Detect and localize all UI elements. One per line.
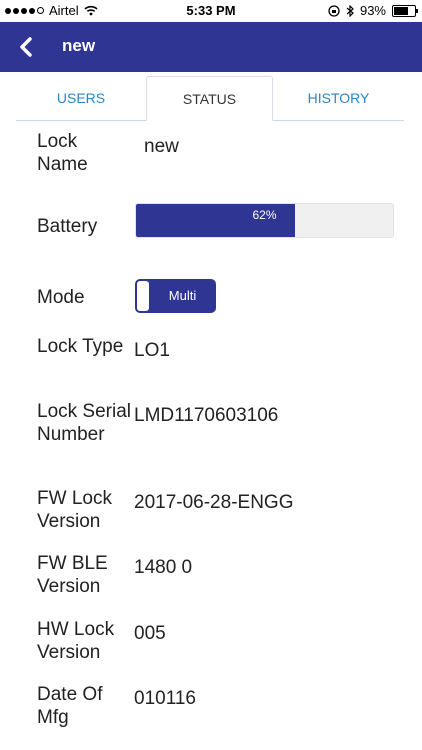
mfg-date-value: 010116 (134, 688, 196, 709)
page-title: new (62, 36, 96, 55)
lock-type-label: Lock Type (37, 336, 124, 357)
fw-ble-value: 1480 0 (134, 557, 193, 578)
rotation-lock-icon (328, 4, 340, 17)
fw-ble-label: FW BLE Version (37, 553, 108, 597)
tab-status[interactable]: STATUS (146, 76, 273, 121)
lock-name-value: new (144, 136, 179, 157)
status-bar: Airtel 5:33 PM 93% (0, 0, 422, 22)
fw-lock-value: 2017-06-28-ENGG (134, 492, 294, 513)
lock-name-label: Lock Name (37, 131, 88, 175)
mode-toggle-text: Multi (168, 288, 197, 303)
tab-users[interactable]: USERS (16, 76, 146, 120)
battery-percentage: 93% (359, 3, 386, 18)
lock-type-value: LO1 (134, 340, 170, 361)
hw-lock-label: HW Lock Version (37, 619, 115, 663)
battery-progress-bar: 62% (135, 203, 394, 238)
bluetooth-icon (346, 4, 354, 17)
tab-history[interactable]: HISTORY (273, 76, 404, 120)
nav-bar: new (0, 22, 422, 72)
tab-bar: USERS STATUS HISTORY (16, 76, 404, 121)
mfg-date-label: Date Of Mfg (37, 684, 103, 728)
serial-value: LMD1170603106 (134, 405, 279, 426)
back-chevron-icon[interactable] (14, 34, 40, 60)
serial-label: Lock Serial Number (37, 401, 131, 445)
battery-icon (392, 4, 418, 17)
battery-progress-text: 62% (252, 208, 277, 222)
mode-toggle-knob (137, 281, 149, 311)
fw-lock-label: FW Lock Version (37, 488, 112, 532)
mode-toggle[interactable]: Multi (135, 279, 216, 313)
battery-label: Battery (37, 216, 98, 237)
status-icons: 93% (328, 3, 418, 18)
hw-lock-value: 005 (134, 623, 166, 644)
mode-label: Mode (37, 287, 85, 308)
